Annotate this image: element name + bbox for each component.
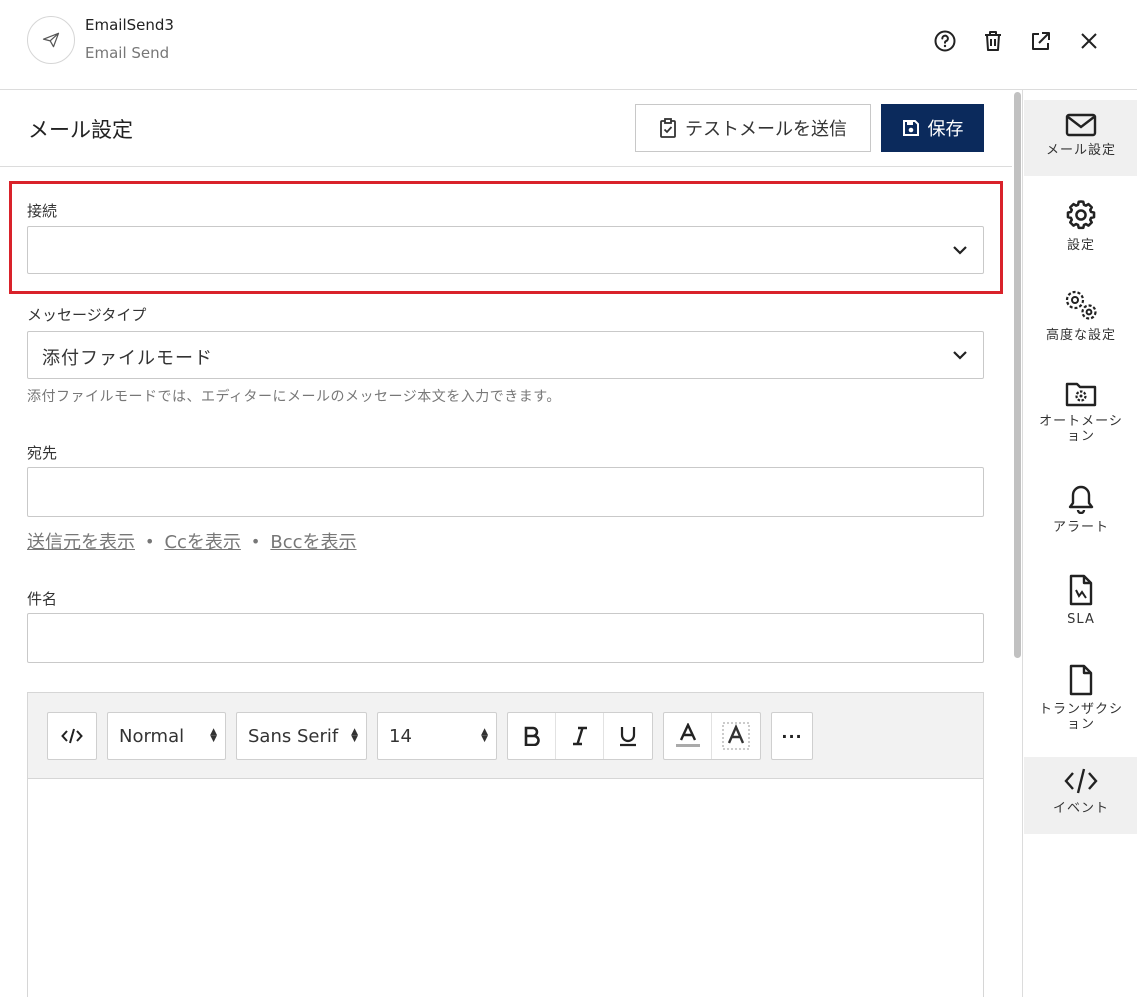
sidebar-item-label: 設定: [1066, 238, 1095, 253]
document-icon: [1069, 664, 1093, 696]
select-arrows-icon: ▲ ▼: [351, 727, 358, 744]
underline-icon: [620, 727, 636, 747]
send-test-email-label: テストメールを送信: [685, 119, 847, 140]
clipboard-check-icon: [660, 118, 676, 138]
sidebar-item-label: メール設定: [1045, 143, 1116, 158]
sidebar-item-label: SLA: [1067, 612, 1095, 627]
sidebar-item-alert[interactable]: アラート: [1024, 484, 1137, 550]
chevron-down-icon: [953, 351, 967, 360]
text-color-icon: [675, 723, 700, 747]
gears-icon: [1065, 290, 1097, 320]
sidebar-item-label: トランザクション: [1038, 702, 1123, 732]
size-value: 14: [389, 725, 412, 747]
show-cc-link[interactable]: Ccを表示: [164, 528, 240, 554]
text-color-button[interactable]: [664, 713, 712, 759]
close-icon[interactable]: [1076, 28, 1102, 54]
message-type-select[interactable]: 添付ファイルモード: [27, 331, 984, 379]
sidebar-item-label: オートメーション: [1039, 414, 1123, 444]
save-icon: [902, 120, 919, 136]
connection-select[interactable]: [27, 226, 984, 274]
bold-icon: [524, 726, 540, 746]
format-select[interactable]: Normal ▲ ▼: [107, 712, 226, 760]
editor-content[interactable]: [28, 779, 983, 997]
envelope-icon: [1065, 113, 1097, 137]
component-subtitle: Email Send: [85, 44, 170, 62]
sidebar-item-automation[interactable]: オートメーション: [1024, 380, 1137, 460]
show-from-link[interactable]: 送信元を表示: [27, 528, 135, 554]
component-title: EmailSend3: [85, 16, 174, 34]
sidebar-item-advanced-settings[interactable]: 高度な設定: [1024, 288, 1137, 364]
message-type-value: 添付ファイルモード: [42, 348, 213, 369]
page-title: メール設定: [28, 118, 133, 142]
trash-icon[interactable]: [980, 28, 1006, 54]
panel-header: EmailSend3 Email Send: [0, 0, 1137, 90]
gear-icon: [1066, 200, 1096, 230]
folder-gear-icon: [1065, 382, 1097, 407]
sidebar-item-label: 高度な設定: [1045, 328, 1116, 343]
bold-button[interactable]: [508, 713, 556, 759]
background-color-button[interactable]: [712, 713, 760, 759]
size-select[interactable]: 14 ▲ ▼: [377, 712, 497, 760]
more-options-button[interactable]: ···: [771, 712, 813, 760]
code-icon: [61, 728, 83, 744]
message-type-hint: 添付ファイルモードでは、エディターにメールのメッセージ本文を入力できます。: [27, 389, 561, 405]
bell-icon: [1068, 485, 1094, 514]
right-sidebar: メール設定 設定 高度な設定 オートメーション アラート SLA トランザクショ…: [1022, 90, 1137, 997]
sidebar-item-label: アラート: [1052, 520, 1109, 535]
main-pane: メール設定 テストメールを送信 保存 接続 メッセージタイプ 添付ファイルモード…: [0, 90, 1012, 997]
subject-label: 件名: [27, 590, 58, 608]
help-icon[interactable]: [932, 28, 958, 54]
rich-text-editor: Normal ▲ ▼ Sans Serif ▲ ▼ 14 ▲ ▼ ···: [27, 692, 984, 997]
sidebar-item-event[interactable]: イベント: [1024, 757, 1137, 834]
message-type-label: メッセージタイプ: [27, 306, 147, 324]
section-header: メール設定 テストメールを送信 保存: [0, 90, 1012, 167]
show-bcc-link[interactable]: Bccを表示: [270, 528, 356, 554]
font-value: Sans Serif: [248, 725, 339, 747]
sidebar-item-transaction[interactable]: トランザクション: [1024, 664, 1137, 744]
to-label: 宛先: [27, 444, 58, 462]
recipient-links: 送信元を表示 • Ccを表示 • Bccを表示: [27, 528, 357, 554]
save-label: 保存: [927, 119, 964, 140]
avatar: [27, 16, 75, 64]
color-group: [663, 712, 761, 760]
sidebar-item-settings[interactable]: 設定: [1024, 198, 1137, 274]
send-test-email-button[interactable]: テストメールを送信: [635, 104, 871, 152]
italic-button[interactable]: [556, 713, 604, 759]
chevron-down-icon: [953, 246, 967, 255]
underline-button[interactable]: [604, 713, 652, 759]
paper-plane-icon: [42, 32, 60, 48]
sidebar-item-label: イベント: [1052, 801, 1109, 816]
save-button[interactable]: 保存: [881, 104, 984, 152]
external-link-icon[interactable]: [1028, 28, 1054, 54]
connection-label: 接続: [27, 202, 58, 220]
to-input[interactable]: [27, 467, 984, 517]
background-color-icon: [722, 722, 750, 750]
sla-document-icon: [1069, 574, 1093, 606]
ellipsis-icon: ···: [781, 726, 803, 746]
sidebar-item-mail-settings[interactable]: メール設定: [1024, 100, 1137, 176]
italic-icon: [572, 726, 587, 746]
font-select[interactable]: Sans Serif ▲ ▼: [236, 712, 367, 760]
code-icon: [1064, 768, 1098, 794]
scrollbar[interactable]: [1014, 92, 1021, 658]
separator-dot: •: [145, 531, 155, 551]
code-view-button[interactable]: [47, 712, 97, 760]
separator-dot: •: [250, 531, 261, 551]
sidebar-item-sla[interactable]: SLA: [1024, 574, 1137, 640]
subject-input[interactable]: [27, 613, 984, 663]
text-style-group: [507, 712, 653, 760]
format-value: Normal: [119, 725, 185, 747]
select-arrows-icon: ▲ ▼: [481, 727, 488, 744]
select-arrows-icon: ▲ ▼: [210, 727, 217, 744]
editor-toolbar: Normal ▲ ▼ Sans Serif ▲ ▼ 14 ▲ ▼ ···: [28, 693, 983, 779]
